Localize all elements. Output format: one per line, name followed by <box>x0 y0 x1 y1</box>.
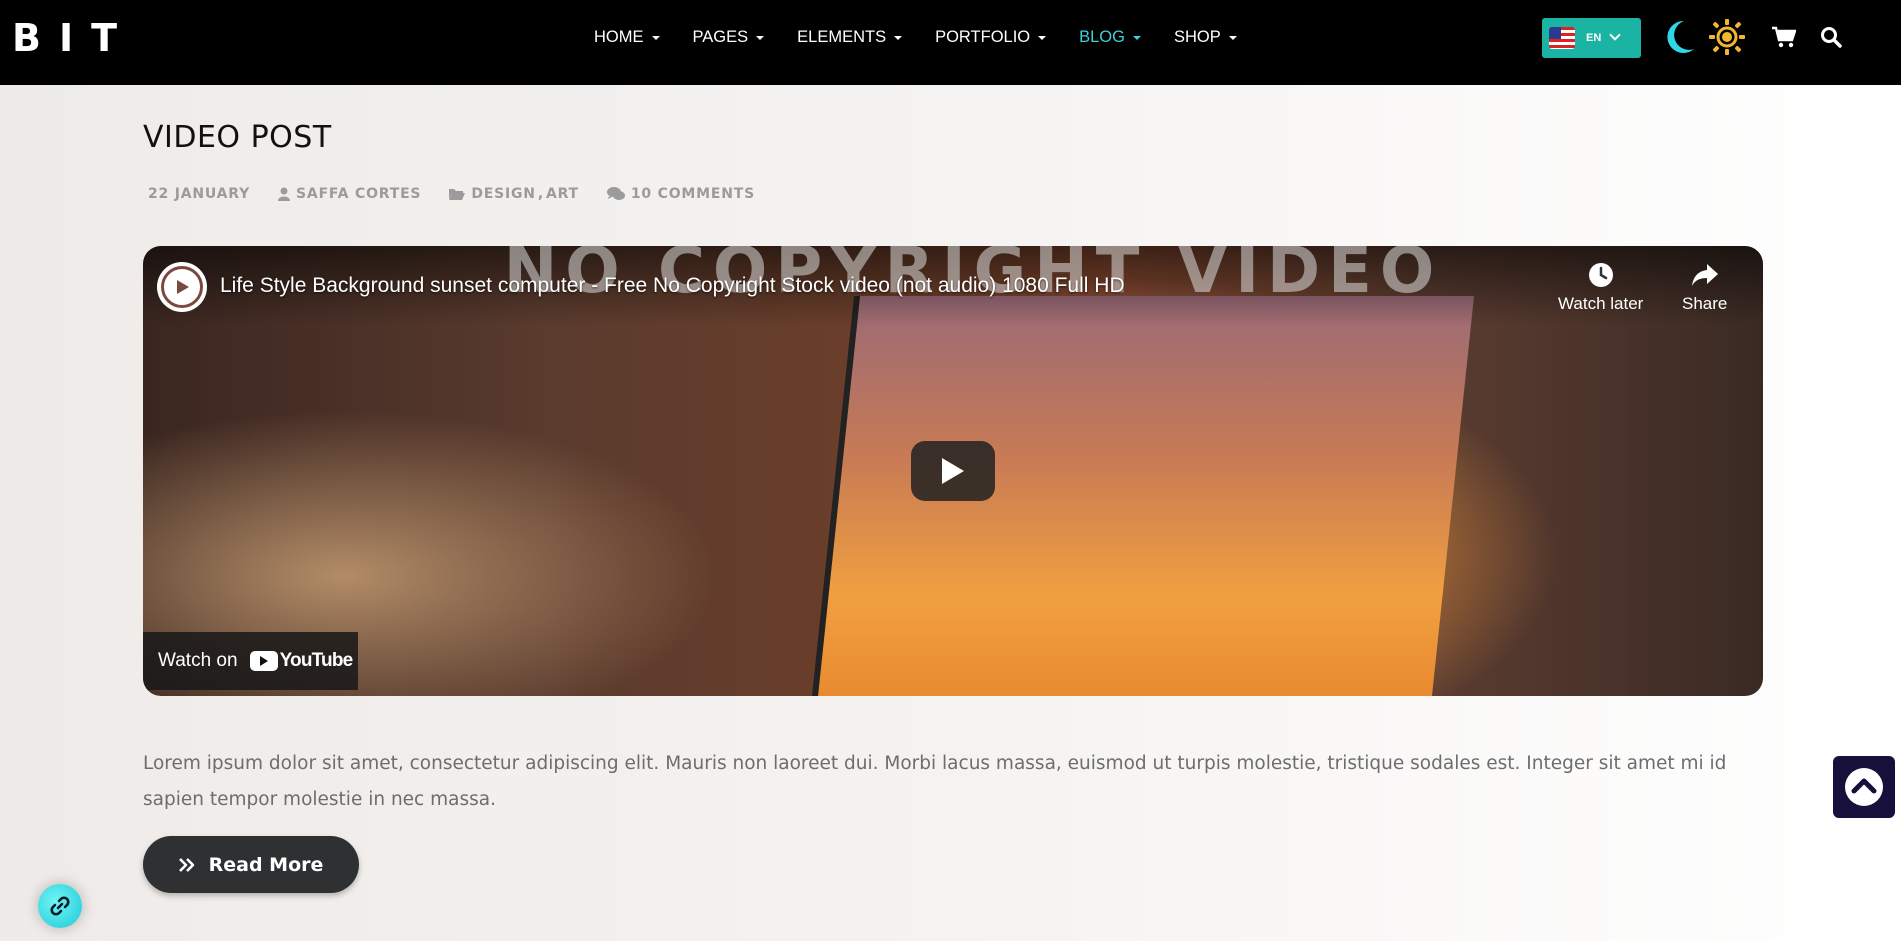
nav-item-label: ELEMENTS <box>797 28 887 46</box>
chevron-up-circle-icon <box>1845 768 1883 806</box>
main-menu: HOME PAGES ELEMENTS PORTFOLIO BLOG SHOP <box>594 0 1270 75</box>
video-title[interactable]: Life Style Background sunset computer - … <box>220 274 1125 298</box>
post-meta: 22 JANUARY SAFFA CORTES DESIGN, ART 10 C… <box>148 186 783 202</box>
nav-item-home[interactable]: HOME <box>594 28 660 47</box>
chevron-down-icon <box>1609 29 1621 41</box>
scroll-to-top-button[interactable] <box>1833 756 1895 818</box>
youtube-logo: YouTube <box>249 650 354 672</box>
site-logo[interactable]: BIT <box>12 18 135 58</box>
caret-down-icon <box>1228 35 1237 40</box>
link-icon <box>50 896 70 916</box>
nav-item-label: PAGES <box>692 28 749 46</box>
youtube-video-embed[interactable]: NO COPYRIGHT VIDEO Life Style Background… <box>143 246 1763 696</box>
caret-down-icon <box>1132 35 1141 40</box>
channel-avatar[interactable] <box>157 262 207 312</box>
link-floating-button[interactable] <box>38 884 82 928</box>
video-thumbnail-laptop <box>811 296 1475 696</box>
category-link-design[interactable]: DESIGN <box>471 186 536 202</box>
caret-down-icon <box>756 35 765 40</box>
post-excerpt: Lorem ipsum dolor sit amet, consectetur … <box>143 753 1727 810</box>
read-more-button[interactable]: Read More <box>143 836 359 893</box>
user-icon <box>278 187 291 201</box>
double-chevron-right-icon <box>178 857 194 872</box>
share-icon <box>1691 264 1718 286</box>
nav-item-blog[interactable]: BLOG <box>1079 28 1141 47</box>
post-author[interactable]: SAFFA CORTES <box>278 186 421 202</box>
video-play-button[interactable] <box>911 441 995 501</box>
watch-on-label: Watch on <box>158 650 238 671</box>
us-flag-icon <box>1549 27 1575 49</box>
sun-icon[interactable] <box>1708 18 1746 56</box>
nav-item-label: PORTFOLIO <box>935 28 1031 46</box>
post-categories: DESIGN, ART <box>449 186 579 202</box>
post-title: VIDEO POST <box>143 120 332 155</box>
moon-icon[interactable] <box>1662 19 1696 55</box>
language-selector[interactable]: EN <box>1542 18 1641 58</box>
read-more-label: Read More <box>208 853 324 876</box>
post-date-text: 22 JANUARY <box>148 186 251 202</box>
post-date: 22 JANUARY <box>148 186 250 202</box>
comments-count: 10 COMMENTS <box>630 186 755 202</box>
channel-avatar-inner <box>161 266 203 308</box>
nav-item-pages[interactable]: PAGES <box>693 28 765 47</box>
nav-item-label: HOME <box>594 28 644 46</box>
nav-item-shop[interactable]: SHOP <box>1174 28 1237 47</box>
watch-later-label: Watch later <box>1558 294 1644 313</box>
share-label: Share <box>1682 294 1728 313</box>
youtube-wordmark: YouTube <box>279 650 354 671</box>
nav-item-portfolio[interactable]: PORTFOLIO <box>935 28 1047 47</box>
play-icon <box>942 458 964 484</box>
watch-later-button[interactable]: Watch later <box>1558 262 1643 314</box>
youtube-play-icon <box>249 651 278 671</box>
watch-on-youtube-button[interactable]: Watch on YouTube <box>143 632 358 690</box>
language-label: EN <box>1586 32 1602 44</box>
comments-icon <box>606 187 625 200</box>
clock-icon <box>1588 263 1613 287</box>
nav-item-elements[interactable]: ELEMENTS <box>797 28 903 47</box>
share-button[interactable]: Share <box>1682 262 1727 314</box>
play-circle-icon <box>177 280 189 294</box>
category-link-art[interactable]: ART <box>546 186 579 202</box>
folder-icon <box>449 189 466 200</box>
cart-icon[interactable] <box>1772 26 1796 48</box>
post-author-name: SAFFA CORTES <box>296 186 422 202</box>
search-icon[interactable] <box>1820 26 1842 48</box>
caret-down-icon <box>651 35 660 40</box>
caret-down-icon <box>894 35 903 40</box>
nav-item-label: BLOG <box>1079 28 1125 46</box>
caret-down-icon <box>1038 35 1047 40</box>
top-navbar: BIT HOME PAGES ELEMENTS PORTFOLIO BLOG S… <box>0 0 1901 85</box>
nav-item-label: SHOP <box>1173 28 1221 46</box>
post-comments[interactable]: 10 COMMENTS <box>606 186 755 202</box>
